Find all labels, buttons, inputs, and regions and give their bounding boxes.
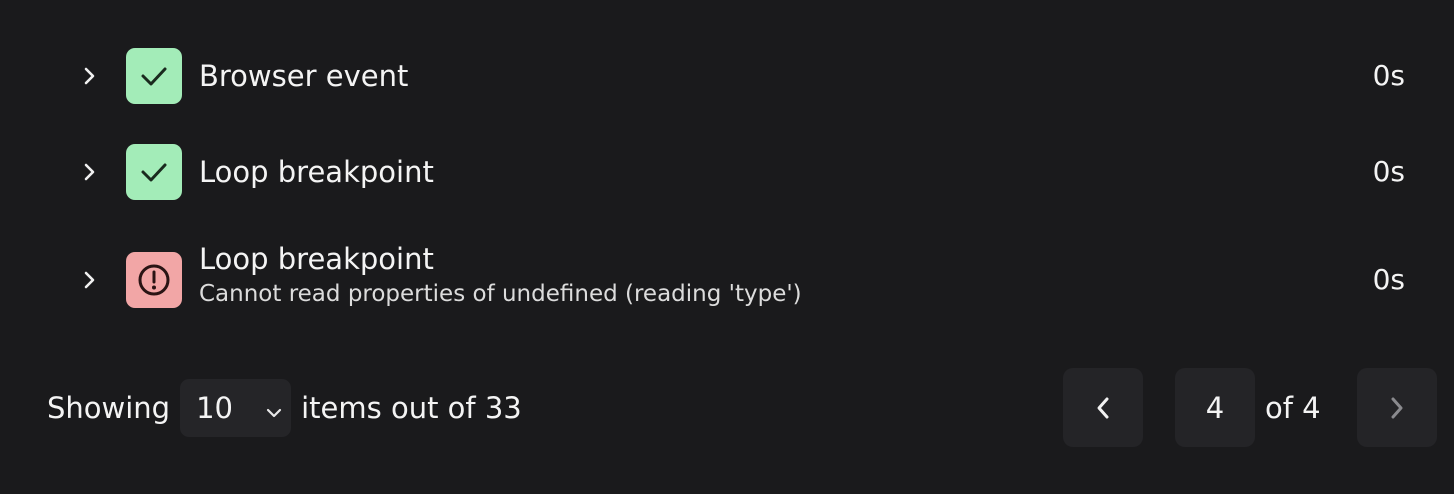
chevron-right-icon xyxy=(1391,397,1403,418)
step-duration: 0s xyxy=(1372,263,1405,296)
step-text: Browser event xyxy=(199,58,408,94)
step-error-message: Cannot read properties of undefined (rea… xyxy=(199,281,802,307)
success-status-badge xyxy=(126,144,182,200)
alert-circle-icon xyxy=(138,264,170,296)
success-status-badge xyxy=(126,48,182,104)
run-steps-panel: Browser event 0s Loop breakpoint 0s Loop… xyxy=(0,0,1454,494)
chevron-down-icon xyxy=(263,397,285,419)
pagination-summary: Showing 10 items out of 33 xyxy=(47,379,522,437)
chevron-right-icon[interactable] xyxy=(78,64,102,88)
step-row[interactable]: Browser event 0s xyxy=(0,48,1454,104)
error-status-badge xyxy=(126,252,182,308)
chevron-left-icon xyxy=(1097,397,1109,418)
current-page-input[interactable]: 4 xyxy=(1175,368,1255,447)
step-title: Browser event xyxy=(199,59,409,93)
previous-page-button[interactable] xyxy=(1063,368,1143,447)
total-pages-label: of 4 xyxy=(1265,390,1321,425)
step-row[interactable]: Loop breakpoint Cannot read properties o… xyxy=(0,240,1454,320)
step-duration: 0s xyxy=(1372,155,1405,188)
chevron-right-icon[interactable] xyxy=(78,160,102,184)
step-title: Loop breakpoint xyxy=(199,242,434,276)
step-text: Loop breakpoint xyxy=(199,154,434,190)
check-icon xyxy=(141,67,167,86)
items-count-label: items out of 33 xyxy=(301,391,522,425)
step-duration: 0s xyxy=(1372,59,1405,92)
page-size-select[interactable]: 10 xyxy=(180,379,292,437)
step-title: Loop breakpoint xyxy=(199,155,434,189)
check-icon xyxy=(141,163,167,182)
page-size-value: 10 xyxy=(196,391,234,425)
chevron-right-icon[interactable] xyxy=(78,268,102,292)
showing-label: Showing xyxy=(47,391,171,425)
step-text: Loop breakpoint Cannot read properties o… xyxy=(199,241,802,309)
next-page-button[interactable] xyxy=(1357,368,1437,447)
step-row[interactable]: Loop breakpoint 0s xyxy=(0,144,1454,200)
